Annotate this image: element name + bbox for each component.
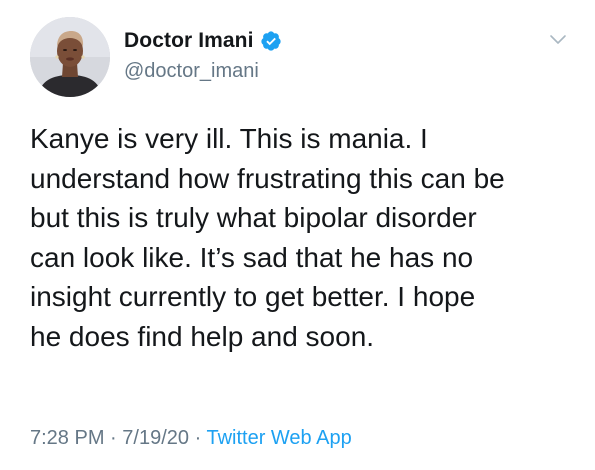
meta-separator: · (194, 427, 202, 449)
tweet-text-line: understand how frustrating this can be (30, 162, 505, 194)
tweet-text-line: he does find help and soon. (30, 320, 375, 352)
tweet-text: Kanye is very ill. This is mania. I unde… (30, 119, 575, 356)
display-name[interactable]: Doctor Imani (124, 29, 254, 53)
chevron-down-icon[interactable] (549, 34, 567, 46)
tweet-text-line: insight currently to get better. I hope (30, 281, 476, 312)
meta-separator: · (110, 427, 117, 449)
tweet-source-link[interactable]: Twitter Web App (206, 427, 351, 449)
tweet-text-line: but this is truly what bipolar disorder (30, 202, 477, 233)
tweet-text-line: can look like. It’s sad that he has no (30, 241, 474, 273)
tweet-text-line: Kanye is very ill. This is mania. I (30, 123, 428, 154)
verified-badge-icon (260, 30, 282, 52)
tweet-time[interactable]: 7:28 PM (30, 427, 104, 449)
tweet-date[interactable]: 7/19/20 (122, 427, 189, 449)
author-name-row[interactable]: Doctor Imani (124, 28, 282, 54)
tweet-meta: 7:28 PM · 7/19/20 · Twitter Web App (30, 427, 352, 450)
tweet-card: Doctor Imani @doctor_imani Kanye is very… (0, 0, 595, 470)
avatar[interactable] (30, 17, 110, 97)
author-handle[interactable]: @doctor_imani (124, 60, 259, 83)
avatar-image (30, 17, 110, 97)
